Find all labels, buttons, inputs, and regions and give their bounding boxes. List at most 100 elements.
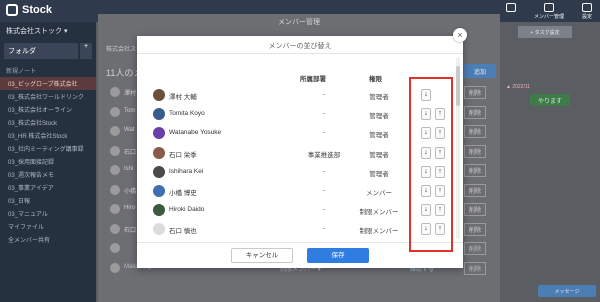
member-name: Watanabe Yosuke	[169, 129, 222, 137]
folder-tabs: フォルダ +	[4, 43, 92, 59]
avatar	[110, 145, 120, 156]
app-logo[interactable]: Stock	[6, 4, 52, 16]
scrollbar-thumb[interactable]	[456, 66, 460, 106]
avatar	[153, 204, 165, 217]
sidebar-item[interactable]: 03_株式会社Stock	[0, 116, 96, 129]
sidebar-item[interactable]: 03_マニュアル	[0, 207, 96, 220]
member-manager-company: 株式会社ス	[106, 47, 137, 53]
sortable-member-row: Ishihara Kei - 管理者 ↓ ↑	[145, 163, 451, 182]
avatar	[153, 89, 165, 101]
avatar	[110, 204, 120, 214]
member-dept: -	[322, 187, 326, 194]
avatar	[110, 126, 120, 136]
app-logo-text: Stock	[22, 4, 52, 16]
column-header-role: 権限	[369, 76, 382, 83]
avatar	[110, 243, 120, 253]
sidebar-item[interactable]: 03_ビッグローブ株式会社	[0, 77, 96, 90]
member-role: 管理者	[369, 170, 389, 178]
member-name: 石口	[124, 149, 137, 156]
member-name: Ishihara Kei	[169, 167, 204, 175]
add-member-button[interactable]: 追加	[464, 64, 496, 78]
sortable-member-row: 澤村 大輔 - 管理者 ↓	[145, 86, 451, 105]
delete-button[interactable]: 削除	[463, 86, 486, 99]
member-dept: -	[322, 167, 326, 175]
folder-tab[interactable]: フォルダ	[4, 43, 78, 59]
delete-button[interactable]: 削除	[463, 183, 486, 197]
deadline-badge: ▲ 2022/11	[506, 84, 531, 90]
delete-button[interactable]: 削除	[463, 125, 486, 138]
save-button[interactable]: 保存	[307, 248, 369, 263]
member-name: 小橋	[124, 188, 137, 195]
close-icon[interactable]: ×	[453, 28, 467, 42]
settings-button[interactable]: 設定	[581, 3, 592, 20]
sidebar-item[interactable]: 全メンバー共有	[0, 233, 96, 246]
member-name: 澤村 大輔	[169, 94, 197, 101]
sortable-member-row: Watanabe Yosuke - 管理者 ↓ ↑	[145, 124, 451, 143]
sidebar-item[interactable]: マイファイル	[0, 220, 96, 233]
member-name: Wat	[124, 127, 135, 133]
highlight-box	[409, 77, 453, 252]
sidebar-folder-list: 03_ビッグローブ株式会社 03_株式会社ワールドリンク 03_株式会社オーライン 0…	[0, 77, 96, 246]
sidebar-item[interactable]: 03_株式会社ワールドリンク	[0, 90, 96, 103]
delete-button[interactable]: 削除	[463, 222, 486, 236]
delete-button[interactable]: 削除	[463, 242, 486, 255]
delete-button[interactable]: 削除	[463, 144, 486, 158]
avatar	[153, 223, 165, 236]
settings-icon	[581, 3, 592, 12]
company-selector[interactable]: 株式会社ストック ▾	[0, 22, 96, 40]
member-name: Tomita Koyo	[169, 110, 205, 118]
add-folder-button[interactable]: +	[80, 43, 92, 59]
member-manager-label: メンバー管理	[533, 14, 564, 20]
delete-button[interactable]: 削除	[463, 164, 486, 177]
sidebar-section-new-note[interactable]: 新規ノート	[0, 62, 96, 77]
avatar	[153, 185, 165, 197]
cancel-button[interactable]: キャンセル	[231, 248, 293, 263]
delete-button[interactable]: 削除	[463, 105, 486, 119]
sidebar-item[interactable]: 03_事業アイデア	[0, 181, 96, 194]
sidebar: 株式会社ストック ▾ フォルダ + 新規ノート 03_ビッグローブ株式会社 03_…	[0, 22, 96, 302]
member-dept: 事業推進部	[307, 151, 341, 159]
sortable-member-row: Hiroki Daido - 制限メンバー ↓ ↑	[145, 201, 451, 220]
member-manager-button[interactable]: メンバー管理	[534, 3, 564, 20]
sortable-member-row: Tomita Koyo - 管理者 ↓ ↑	[145, 105, 451, 124]
avatar	[110, 184, 120, 195]
member-name: 小橋 博史	[169, 190, 197, 197]
message-chip[interactable]: メッセージ	[538, 285, 596, 297]
delete-button[interactable]: 削除	[463, 261, 486, 275]
avatar	[110, 262, 120, 273]
member-name: Tom	[124, 107, 136, 114]
task-check-button[interactable]	[505, 3, 516, 20]
do-it-button[interactable]: やります	[530, 94, 570, 106]
sidebar-item[interactable]: 03_社内ミーティング議事録	[0, 142, 96, 155]
column-header-dept: 所属部署	[300, 76, 326, 83]
sortable-member-row: 石口 栄季 事業推進部 管理者 ↓ ↑	[145, 144, 451, 163]
members-icon	[543, 3, 554, 12]
avatar	[110, 106, 120, 117]
member-name: 石口 栄季	[169, 151, 197, 159]
logo-mark-icon	[6, 4, 18, 16]
avatar	[110, 223, 120, 234]
member-name: Hiroki Daido	[169, 206, 205, 214]
member-role: 制限メンバー	[359, 228, 399, 236]
delete-button[interactable]: 削除	[463, 203, 486, 216]
member-name: Hiro	[124, 205, 136, 211]
member-role: 管理者	[369, 113, 389, 121]
member-name: Ishi	[124, 166, 134, 172]
sortable-member-row: 小橋 博史 - メンバー ↓ ↑	[145, 182, 451, 201]
sidebar-item[interactable]: 03_株式会社オーライン	[0, 103, 96, 116]
member-role: メンバー	[366, 190, 392, 197]
member-dept: -	[322, 91, 326, 98]
member-role: 管理者	[369, 94, 389, 101]
sortable-member-list: 澤村 大輔 - 管理者 ↓ Tomita Koyo - 管理者 ↓ ↑ Watanabe Yosu…	[145, 86, 451, 238]
avatar	[153, 127, 165, 140]
member-name: 石口 慎也	[169, 228, 197, 236]
task-settings-button[interactable]: + タスク設定	[518, 26, 572, 38]
modal-scrollbar[interactable]	[456, 58, 460, 238]
sidebar-item[interactable]: 03_週次報告メモ	[0, 168, 96, 181]
settings-label: 設定	[581, 14, 592, 20]
top-icon-group: メンバー管理 設定	[505, 3, 592, 20]
sidebar-item[interactable]: 03_採用面接記録	[0, 155, 96, 168]
member-manager-title: メンバー管理	[278, 19, 320, 26]
sidebar-item[interactable]: 03_HR 株式会社Stock	[0, 129, 96, 142]
sidebar-item[interactable]: 03_日報	[0, 194, 96, 207]
